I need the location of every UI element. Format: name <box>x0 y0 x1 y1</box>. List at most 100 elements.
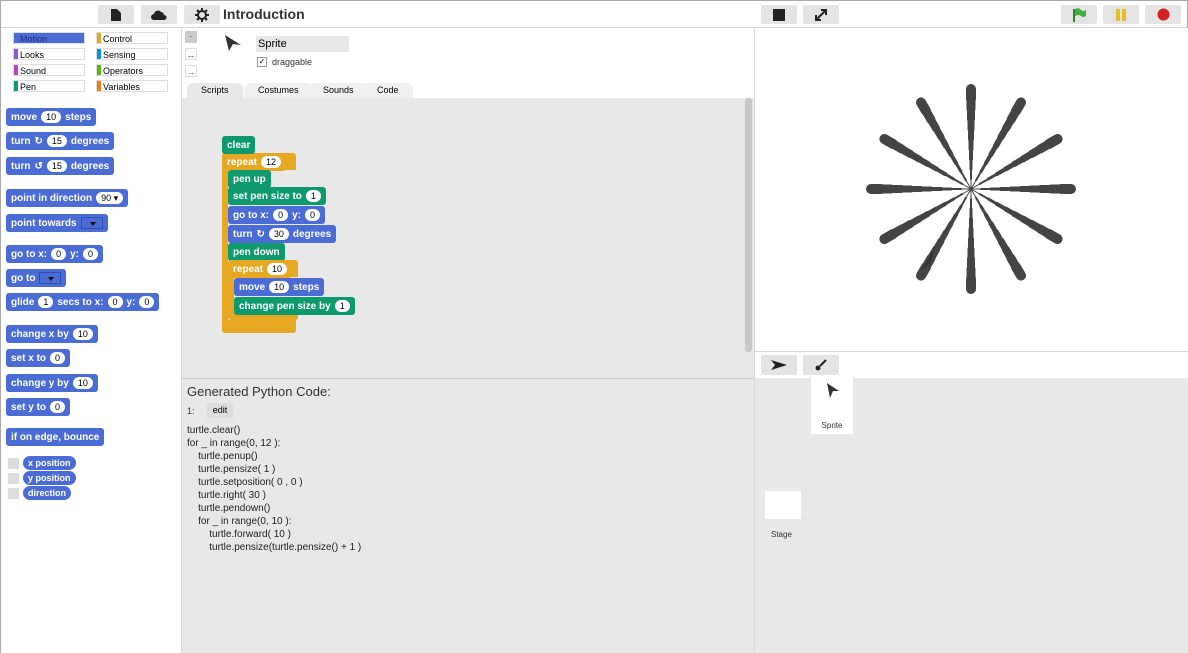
block-bounce[interactable]: if on edge, bounce <box>6 428 105 446</box>
scripts-area[interactable]: repeat 12 clear pen up set pen size to 1 g… <box>182 98 754 378</box>
block-label: point towards <box>11 217 77 229</box>
block-label: degrees <box>292 228 332 240</box>
block-label: steps <box>293 281 320 293</box>
stop-button[interactable] <box>1145 5 1181 24</box>
turtle-sprite-button[interactable] <box>761 355 797 375</box>
scripts-scrollbar[interactable] <box>745 98 752 352</box>
block-set-x[interactable]: set x to 0 <box>6 349 71 367</box>
pause-button[interactable] <box>1103 5 1139 24</box>
block-input[interactable]: 90 ▾ <box>96 192 124 204</box>
pause-icon <box>1116 8 1126 21</box>
block-move[interactable]: move 10 steps <box>234 278 325 296</box>
block-pen-up[interactable]: pen up <box>228 170 271 188</box>
reporter-x-position[interactable]: x position <box>23 456 76 470</box>
category-sound[interactable]: Sound <box>13 64 85 76</box>
block-input[interactable]: 10 <box>269 281 290 293</box>
block-dropdown[interactable] <box>80 217 103 229</box>
reporter-y-position[interactable]: y position <box>23 471 76 485</box>
edit-button[interactable]: edit <box>207 403 233 418</box>
file-icon <box>111 8 121 21</box>
block-glide[interactable]: glide 1 secs to x: 0 y: 0 <box>6 293 160 311</box>
block-input[interactable]: 0 <box>107 296 123 308</box>
block-input[interactable]: 1 <box>305 190 321 202</box>
block-turn[interactable]: turn ↻ 30 degrees <box>228 225 337 243</box>
category-sensing[interactable]: Sensing <box>96 48 168 60</box>
tab-code[interactable]: Code <box>363 83 413 98</box>
block-set-y[interactable]: set y to 0 <box>6 398 71 416</box>
block-go-to-xy[interactable]: go to x: 0 y: 0 <box>228 206 326 224</box>
category-variables[interactable]: Variables <box>96 80 168 92</box>
file-button[interactable] <box>98 5 134 24</box>
settings-button[interactable] <box>184 5 220 24</box>
block-label: change x by <box>11 328 69 340</box>
category-label: Pen <box>20 82 37 92</box>
turtle-arrow-icon <box>771 360 787 370</box>
flip-style-button[interactable]: ↔ <box>185 48 197 60</box>
tab-sounds[interactable]: Sounds <box>309 83 368 98</box>
block-label: y: <box>292 209 302 221</box>
category-label: Operators <box>103 66 144 76</box>
block-input[interactable]: 0 <box>50 352 66 364</box>
block-input[interactable]: 10 <box>72 328 93 340</box>
block-go-to[interactable]: go to <box>6 269 67 287</box>
block-go-to-xy[interactable]: go to x: 0 y: 0 <box>6 245 104 263</box>
watcher-checkbox[interactable] <box>8 473 19 484</box>
block-set-pen-size[interactable]: set pen size to 1 <box>228 187 326 205</box>
block-input[interactable]: 10 <box>41 111 62 123</box>
block-input[interactable]: 30 <box>268 228 289 240</box>
block-input[interactable]: 0 <box>273 209 289 221</box>
stage-tile[interactable] <box>765 491 801 519</box>
stage[interactable] <box>754 28 1188 352</box>
block-input[interactable]: 0 <box>305 209 321 221</box>
category-motion[interactable]: Motion <box>13 32 85 44</box>
category-looks[interactable]: Looks <box>13 48 85 60</box>
block-change-pen-size[interactable]: change pen size by 1 <box>234 297 355 315</box>
stage-drawing <box>866 84 1076 294</box>
block-label: go to <box>11 272 36 284</box>
block-change-y[interactable]: change y by 10 <box>6 374 98 392</box>
block-move[interactable]: move 10 steps <box>6 108 97 126</box>
green-flag-button[interactable] <box>1061 5 1097 24</box>
draggable-label: draggable <box>272 57 313 67</box>
block-input[interactable]: 0 <box>139 296 155 308</box>
watcher-checkbox[interactable] <box>8 488 19 499</box>
sprite-costume-icon <box>827 383 839 398</box>
block-input[interactable]: 10 <box>267 263 288 275</box>
fullscreen-button[interactable] <box>803 5 839 24</box>
rotate-style-button[interactable]: · <box>185 31 197 43</box>
block-input[interactable]: 10 <box>72 377 93 389</box>
expand-icon <box>815 8 827 21</box>
stage-size-button[interactable] <box>761 5 797 24</box>
block-point-in-direction[interactable]: point in direction 90 ▾ <box>6 189 129 207</box>
block-turn-clockwise[interactable]: turn ↻ 15 degrees <box>6 132 115 150</box>
block-input[interactable]: 15 <box>46 135 67 147</box>
category-control[interactable]: Control <box>96 32 168 44</box>
no-rotate-button[interactable]: → <box>185 65 197 77</box>
block-clear[interactable]: clear <box>222 136 256 154</box>
block-input[interactable]: 1 <box>38 296 54 308</box>
watcher-checkbox[interactable] <box>8 458 19 469</box>
category-pen[interactable]: Pen <box>13 80 85 92</box>
tab-costumes[interactable]: Costumes <box>244 83 313 98</box>
sprite-name-input[interactable]: Sprite <box>256 36 349 52</box>
block-input[interactable]: 12 <box>261 156 282 168</box>
draggable-checkbox[interactable]: ✓ <box>257 57 267 67</box>
sprite-tile[interactable]: Sprite <box>811 378 853 434</box>
code-heading: Generated Python Code: <box>187 384 331 399</box>
block-dropdown[interactable] <box>39 272 62 284</box>
block-pen-down[interactable]: pen down <box>228 243 285 261</box>
block-turn-counterclockwise[interactable]: turn ↺ 15 degrees <box>6 157 115 175</box>
block-point-towards[interactable]: point towards <box>6 214 108 232</box>
code-line: turtle.setposition( 0 , 0 ) <box>187 477 303 488</box>
block-input[interactable]: 0 <box>50 401 66 413</box>
cloud-button[interactable] <box>141 5 177 24</box>
category-operators[interactable]: Operators <box>96 64 168 76</box>
paint-sprite-button[interactable] <box>803 355 839 375</box>
block-change-x[interactable]: change x by 10 <box>6 325 98 343</box>
reporter-direction[interactable]: direction <box>23 486 72 500</box>
block-input[interactable]: 0 <box>83 248 99 260</box>
block-input[interactable]: 1 <box>334 300 350 312</box>
block-input[interactable]: 15 <box>46 160 67 172</box>
tab-scripts[interactable]: Scripts <box>187 83 243 98</box>
block-input[interactable]: 0 <box>51 248 67 260</box>
